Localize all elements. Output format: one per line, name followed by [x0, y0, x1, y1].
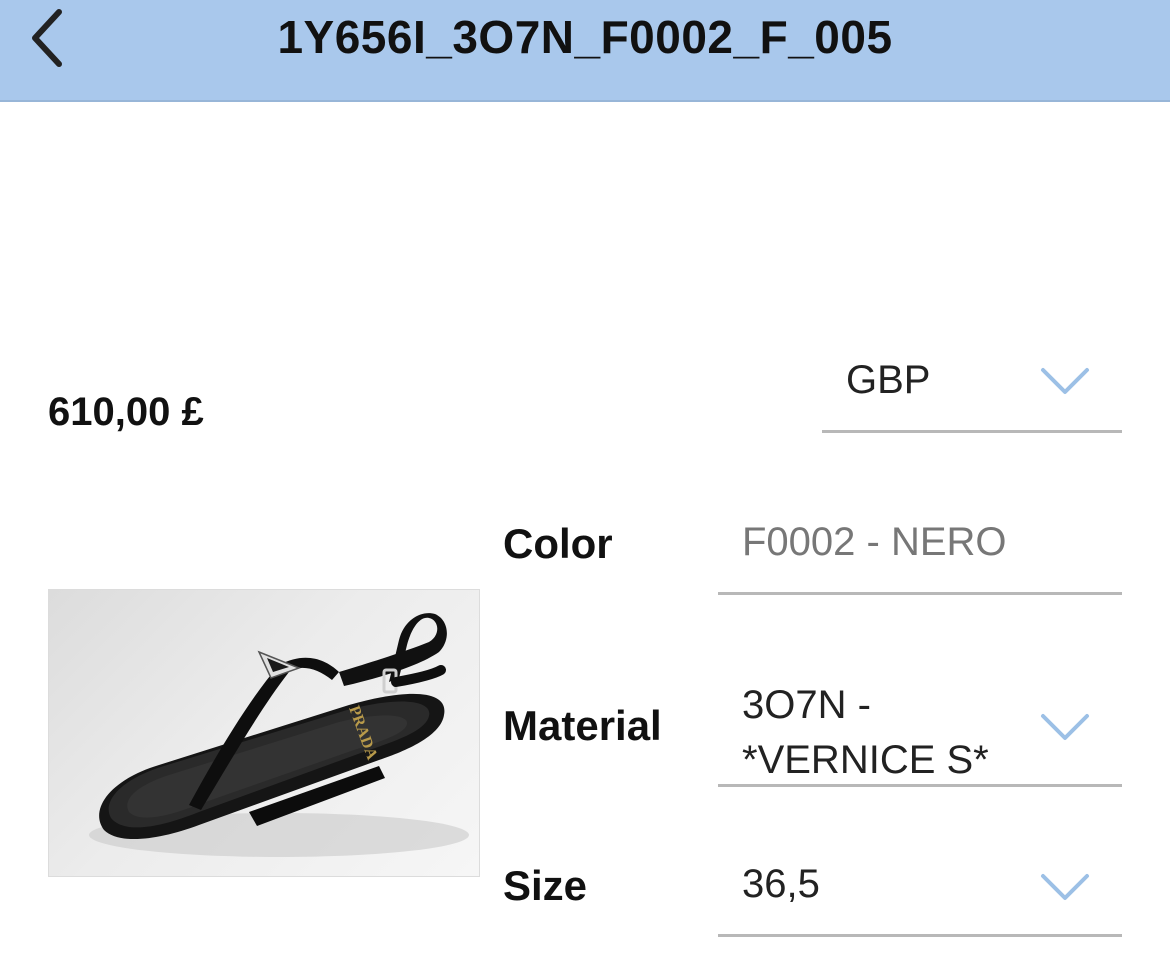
product-price: 610,00 £: [48, 390, 204, 434]
currency-select[interactable]: GBP: [822, 350, 1122, 433]
color-label: Color: [503, 520, 613, 567]
material-label: Material: [503, 702, 662, 749]
material-value-line2: *VERNICE S*: [742, 738, 989, 782]
material-value-line1: 3O7N -: [742, 683, 871, 727]
currency-value: GBP: [846, 358, 931, 402]
size-label: Size: [503, 862, 588, 909]
chevron-down-icon: [1041, 368, 1089, 394]
chevron-down-icon: [1041, 714, 1089, 740]
page-title: 1Y656I_3O7N_F0002_F_005: [277, 11, 893, 63]
size-value: 36,5: [742, 862, 820, 906]
material-select[interactable]: 3O7N - *VERNICE S*: [718, 676, 1122, 787]
color-value: F0002 - NERO: [742, 520, 1007, 564]
chevron-down-icon: [1041, 874, 1089, 900]
size-select[interactable]: 36,5: [718, 846, 1122, 937]
color-field: F0002 - NERO: [718, 506, 1122, 595]
top-bar: 1Y656I_3O7N_F0002_F_005: [0, 0, 1170, 102]
product-image: PRADA: [48, 589, 480, 877]
sandal-illustration: PRADA: [89, 613, 469, 857]
